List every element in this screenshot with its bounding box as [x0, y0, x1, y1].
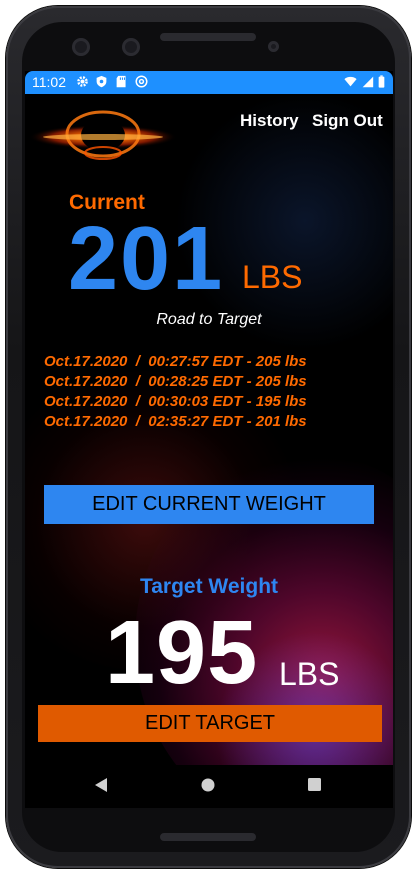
current-weight-value: 201: [68, 209, 225, 309]
sd-card-icon: [116, 75, 126, 88]
gear-icon: [77, 76, 88, 87]
history-entry: Oct.17.2020 / 00:30:03 EDT - 195 lbs: [44, 393, 307, 410]
app-screen: 11:02 History Sign Out Current 201 LBS R…: [25, 71, 393, 808]
history-entry: Oct.17.2020 / 00:28:25 EDT - 205 lbs: [44, 373, 307, 390]
history-link[interactable]: History: [240, 111, 299, 131]
system-navigation-bar: [25, 765, 393, 808]
shield-icon: [96, 75, 107, 88]
edit-target-button[interactable]: EDIT TARGET: [38, 705, 382, 742]
earpiece-speaker: [160, 33, 256, 41]
weight-history-list: Oct.17.2020 / 00:27:57 EDT - 205 lbs Oct…: [44, 352, 307, 432]
at-sign-icon: [135, 75, 148, 88]
battery-icon: [378, 75, 385, 88]
bottom-speaker: [160, 833, 256, 841]
signal-icon: [362, 76, 374, 88]
back-icon[interactable]: [94, 777, 108, 793]
front-camera: [122, 38, 140, 56]
proximity-sensor: [268, 41, 279, 52]
history-entry: Oct.17.2020 / 02:35:27 EDT - 201 lbs: [44, 413, 307, 430]
edit-current-weight-button[interactable]: EDIT CURRENT WEIGHT: [44, 485, 374, 524]
front-sensor: [72, 38, 90, 56]
target-weight-value: 195: [105, 603, 259, 703]
target-weight-label: Target Weight: [139, 575, 279, 598]
current-weight-unit: LBS: [242, 259, 303, 295]
recents-icon[interactable]: [308, 778, 321, 791]
status-bar: 11:02: [25, 71, 393, 94]
wifi-icon: [344, 76, 357, 87]
history-entry: Oct.17.2020 / 00:27:57 EDT - 205 lbs: [44, 353, 307, 370]
status-time: 11:02: [32, 74, 66, 90]
target-weight-unit: LBS: [279, 656, 340, 692]
app-logo: [29, 110, 177, 160]
home-icon[interactable]: [201, 778, 215, 792]
road-to-target-subtitle: Road to Target: [156, 311, 262, 328]
sign-out-link[interactable]: Sign Out: [312, 111, 383, 131]
